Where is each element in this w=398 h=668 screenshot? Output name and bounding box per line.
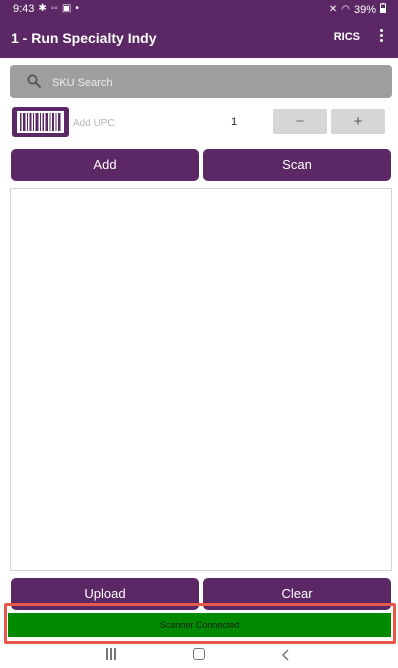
upc-input[interactable]: [71, 108, 215, 138]
item-list[interactable]: [10, 188, 392, 571]
recent-apps-icon[interactable]: [105, 648, 117, 661]
gear-icon: ✱: [38, 3, 47, 14]
rics-button[interactable]: RICS: [334, 31, 360, 43]
status-right: ✕ ◠ 39%: [329, 3, 386, 16]
search-icon: [27, 74, 41, 88]
home-icon[interactable]: [193, 648, 205, 660]
barcode-icon: [17, 111, 64, 133]
mute-icon: ✕: [328, 3, 338, 15]
barcode-button[interactable]: [12, 107, 69, 137]
voicemail-icon: ◦◦: [50, 3, 58, 14]
status-time: 9:43: [13, 3, 35, 15]
battery-icon: [380, 3, 386, 16]
back-icon[interactable]: [281, 648, 291, 662]
wifi-icon: ◠: [341, 3, 350, 15]
app-bar: 1 - Run Specialty Indy RICS: [0, 18, 398, 58]
page-title: 1 - Run Specialty Indy: [11, 30, 157, 46]
status-bar: 9:43 ✱ ◦◦ ▣ • ✕ ◠ 39%: [0, 0, 398, 18]
battery-percent: 39%: [353, 3, 376, 16]
add-button[interactable]: Add: [11, 149, 199, 181]
overflow-menu-icon[interactable]: [378, 29, 384, 45]
sku-search-box[interactable]: [10, 65, 392, 100]
dot-icon: •: [75, 3, 79, 14]
system-nav-bar: [0, 644, 398, 668]
scan-button[interactable]: Scan: [203, 149, 391, 181]
decrement-button[interactable]: −: [273, 109, 327, 134]
increment-button[interactable]: +: [331, 109, 385, 134]
quantity-value: 1: [230, 116, 238, 128]
search-input[interactable]: [50, 65, 384, 100]
status-left: 9:43 ✱ ◦◦ ▣ •: [13, 3, 79, 15]
cast-icon: ▣: [61, 3, 72, 14]
scanner-status-bar: Scanner Connected: [8, 613, 391, 637]
